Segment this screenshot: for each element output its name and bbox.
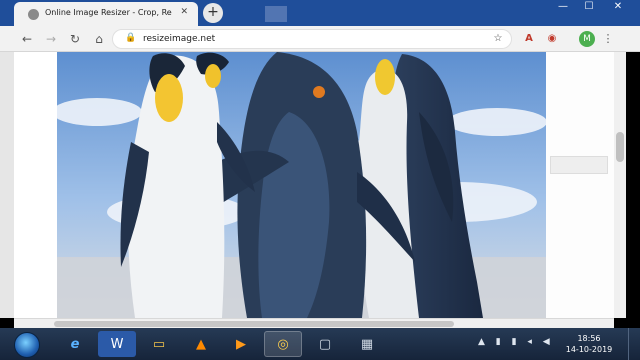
window-icon[interactable]: ▢ [306,331,344,357]
close-tab-icon[interactable]: ✕ [180,7,188,17]
penguins-illustration [57,52,546,318]
tab-strip-artifact [265,6,287,22]
page-left-gutter [0,52,14,318]
lock-icon: 🔒 [125,33,137,43]
show-desktop-button[interactable] [628,328,640,360]
browser-toolbar: ← → ↻ ⌂ 🔒 resizeimage.net ☆ A ◉ M ⋮ [0,26,640,52]
media-icon[interactable]: ▶ [222,331,260,357]
pdf-extension-icon[interactable]: A [521,31,537,47]
vertical-scroll-thumb[interactable] [616,132,624,162]
browser-tab-strip: Online Image Resizer - Crop, Re ✕ + — ☐ … [0,0,640,26]
globe-icon [28,9,39,20]
vlc-icon[interactable]: ▲ [182,331,220,357]
system-tray-icons[interactable]: ▲ ▮ ▮ ◂ ◀ [478,337,554,347]
taskbar-clock[interactable]: 18:56 14-10-2019 [564,333,614,355]
address-url[interactable]: resizeimage.net [143,34,215,44]
home-button[interactable]: ⌂ [90,30,108,48]
folder-icon[interactable]: ▭ [140,331,178,357]
close-window-button[interactable]: ✕ [602,0,634,16]
vertical-scrollbar[interactable] [614,52,626,318]
desktop-screen: Online Image Resizer - Crop, Re ✕ + — ☐ … [0,0,640,360]
horizontal-scroll-thumb[interactable] [54,321,454,327]
clock-time: 18:56 [577,334,601,343]
page-viewport [0,52,640,318]
network-app-icon[interactable]: ▦ [348,331,386,357]
faded-panel-box [550,156,608,174]
address-bar[interactable]: 🔒 resizeimage.net [112,29,512,49]
clock-date: 14-10-2019 [565,345,613,354]
back-button[interactable]: ← [18,30,36,48]
maximize-button[interactable]: ☐ [576,0,602,16]
screen-right-edge [626,52,640,318]
browser-tab[interactable]: Online Image Resizer - Crop, Re ✕ [14,2,198,26]
tab-title: Online Image Resizer - Crop, Re [45,8,172,17]
start-button[interactable] [14,332,40,358]
ie-icon[interactable]: e [56,331,94,357]
chrome-icon[interactable]: ◎ [264,331,302,357]
word-icon[interactable]: W [98,331,136,357]
bookmark-star-icon[interactable]: ☆ [490,31,506,47]
reload-button[interactable]: ↻ [66,30,84,48]
windows-taskbar: e W ▭ ▲ ▶ ◎ ▢ ▦ ▲ ▮ ▮ ◂ ◀ 18:56 14-10-20… [0,328,640,360]
new-tab-button[interactable]: + [203,3,223,23]
minimize-button[interactable]: — [550,0,576,16]
page-right-panel [546,52,614,318]
extension-icon[interactable]: ◉ [544,31,560,47]
browser-menu-icon[interactable]: ⋮ [602,31,614,47]
penguins-image[interactable] [57,52,546,318]
horizontal-scrollbar[interactable] [14,318,614,328]
profile-avatar[interactable]: M [579,31,595,47]
forward-button[interactable]: → [42,30,60,48]
